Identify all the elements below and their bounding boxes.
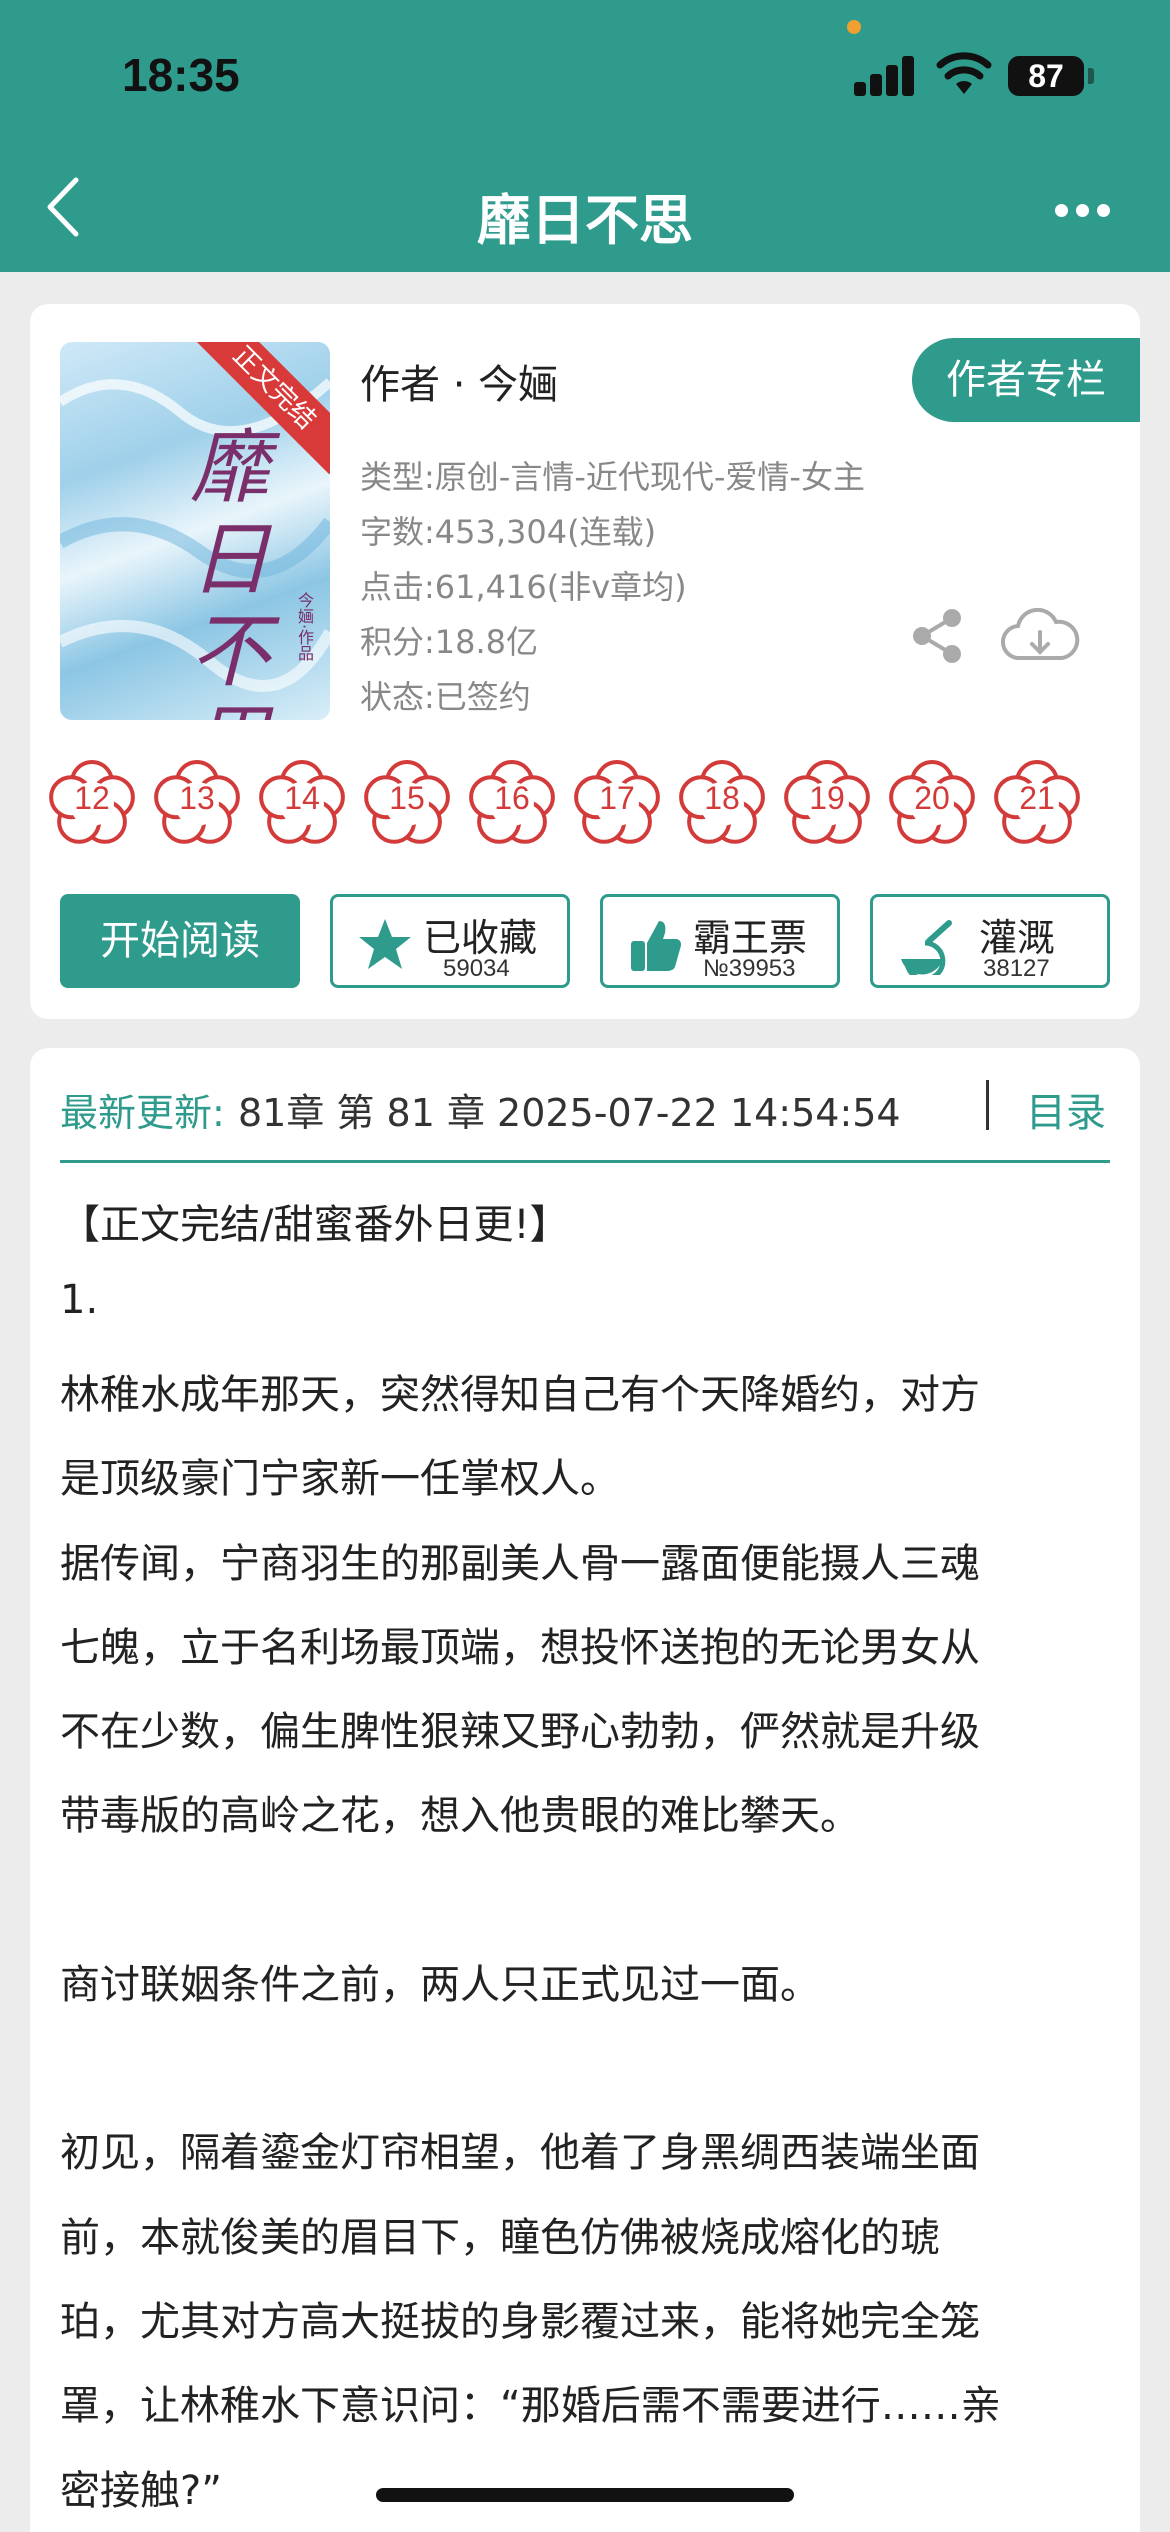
flower-number: 18 bbox=[704, 780, 740, 816]
flower-number: 13 bbox=[179, 780, 215, 816]
synopsis-line: 商讨联姻条件之前，两人只正式见过一面。 bbox=[60, 1962, 820, 2008]
flower-number: 12 bbox=[74, 780, 110, 816]
synopsis-line: 初见，隔着鎏金灯帘相望，他着了身黑绸西装端坐面 bbox=[60, 2130, 980, 2176]
flower-badge: 17 bbox=[571, 756, 663, 848]
synopsis-line: 是顶级豪门宁家新一任掌权人。 bbox=[60, 1456, 620, 1502]
thumbs-up-icon bbox=[631, 921, 681, 971]
favorite-button[interactable]: 已收藏 59034 bbox=[330, 894, 570, 988]
flower-badge: 19 bbox=[781, 756, 873, 848]
wifi-icon bbox=[936, 52, 992, 94]
more-options-icon[interactable] bbox=[1055, 204, 1111, 220]
flower-number: 21 bbox=[1019, 780, 1055, 816]
book-cover[interactable]: 正文完结 靡日不思 今婳·作品 bbox=[60, 342, 330, 720]
start-reading-button[interactable]: 开始阅读 bbox=[60, 894, 300, 988]
share-icon[interactable] bbox=[908, 606, 968, 666]
water-label: 灌溉 bbox=[979, 916, 1056, 960]
synopsis-line: 【正文完结/甜蜜番外日更!】 bbox=[60, 1202, 570, 1248]
vote-count: №39953 bbox=[703, 955, 796, 982]
book-status: 状态:已签约 bbox=[360, 678, 531, 716]
water-button[interactable]: 灌溉 38127 bbox=[870, 894, 1110, 988]
flower-badge: 13 bbox=[151, 756, 243, 848]
book-clicks: 点击:61,416(非v章均) bbox=[360, 568, 687, 606]
synopsis-line: 据传闻，宁商羽生的那副美人骨一露面便能摄人三魂 bbox=[60, 1541, 980, 1587]
star-icon bbox=[359, 919, 411, 969]
vote-button[interactable]: 霸王票 №39953 bbox=[600, 894, 840, 988]
flower-badge: 16 bbox=[466, 756, 558, 848]
book-points: 积分:18.8亿 bbox=[360, 623, 539, 661]
flower-number: 20 bbox=[914, 780, 950, 816]
flower-number: 17 bbox=[599, 780, 635, 816]
latest-update-label: 最新更新: bbox=[60, 1091, 225, 1135]
latest-update-text[interactable]: 81章 第 81 章 2025-07-22 14:54:54 bbox=[238, 1082, 928, 1137]
flower-badge: 14 bbox=[256, 756, 348, 848]
flower-badge: 12 bbox=[46, 756, 138, 848]
vote-label: 霸王票 bbox=[693, 916, 808, 960]
page-title: 靡日不思 bbox=[477, 189, 693, 252]
status-time: 18:35 bbox=[122, 49, 240, 101]
battery-tip bbox=[1088, 68, 1094, 84]
flower-badge: 15 bbox=[361, 756, 453, 848]
separator-line bbox=[60, 1160, 1110, 1163]
synopsis-line: 前，本就俊美的眉目下，瞳色仿佛被烧成熔化的琥 bbox=[60, 2215, 940, 2261]
cover-title: 靡日不思 bbox=[190, 421, 270, 721]
watering-flask-icon bbox=[901, 920, 952, 975]
synopsis-line: 不在少数，偏生脾性狠辣又野心勃勃，俨然就是升级 bbox=[60, 1709, 980, 1755]
flower-badge: 18 bbox=[676, 756, 768, 848]
synopsis-line: 1. bbox=[60, 1277, 99, 1323]
synopsis-line: 密接触?” bbox=[60, 2468, 222, 2514]
divider bbox=[986, 1080, 989, 1130]
table-of-contents-link[interactable]: 目录 bbox=[1026, 1080, 1106, 1138]
download-cloud-icon[interactable] bbox=[1000, 608, 1080, 668]
flower-badge: 21 bbox=[991, 756, 1083, 848]
cellular-signal-icon bbox=[854, 56, 916, 96]
book-word-count: 字数:453,304(连载) bbox=[360, 513, 657, 551]
author-column-button[interactable]: 作者专栏 bbox=[912, 338, 1140, 422]
favorite-count: 59034 bbox=[443, 955, 510, 982]
battery-icon: 87 bbox=[1008, 56, 1084, 96]
synopsis-line: 林稚水成年那天，突然得知自己有个天降婚约，对方 bbox=[60, 1372, 980, 1418]
flower-number: 15 bbox=[389, 780, 425, 816]
synopsis-line: 罩，让林稚水下意识问：“那婚后需不需要进行……亲 bbox=[60, 2383, 1001, 2429]
privacy-indicator-dot bbox=[847, 20, 861, 34]
synopsis-line: 七魄，立于名利场最顶端，想投怀送抱的无论男女从 bbox=[60, 1625, 980, 1671]
book-genre: 类型:原创-言情-近代现代-爱情-女主 bbox=[360, 458, 865, 496]
author-name[interactable]: 作者 · 今婳 bbox=[360, 352, 558, 410]
flower-badge: 20 bbox=[886, 756, 978, 848]
flower-number: 19 bbox=[809, 780, 845, 816]
synopsis-line: 带毒版的高岭之花，想入他贵眼的难比攀天。 bbox=[60, 1793, 860, 1839]
cover-author: 今婳·作品 bbox=[295, 592, 314, 662]
flower-number: 14 bbox=[284, 780, 320, 816]
home-indicator bbox=[376, 2488, 794, 2502]
flower-number: 16 bbox=[494, 780, 530, 816]
favorite-label: 已收藏 bbox=[423, 916, 538, 960]
synopsis-line: 珀，尤其对方高大挺拔的身影覆过来，能将她完全笼 bbox=[60, 2299, 980, 2345]
water-count: 38127 bbox=[983, 955, 1050, 982]
